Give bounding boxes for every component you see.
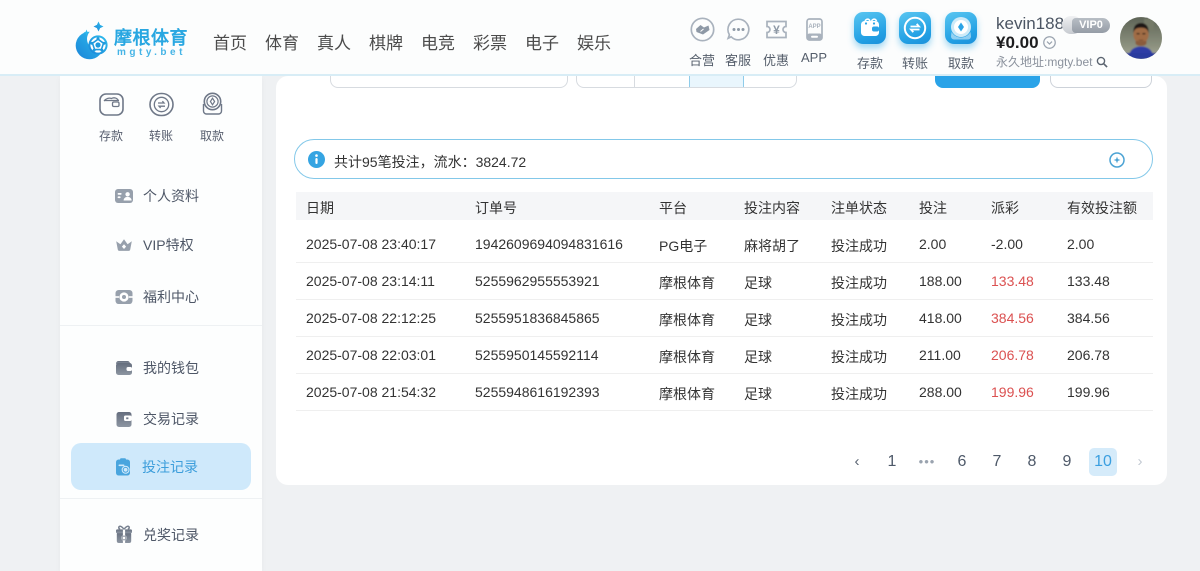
svg-text:¥: ¥: [773, 23, 780, 37]
svg-text:APP: APP: [808, 24, 820, 30]
